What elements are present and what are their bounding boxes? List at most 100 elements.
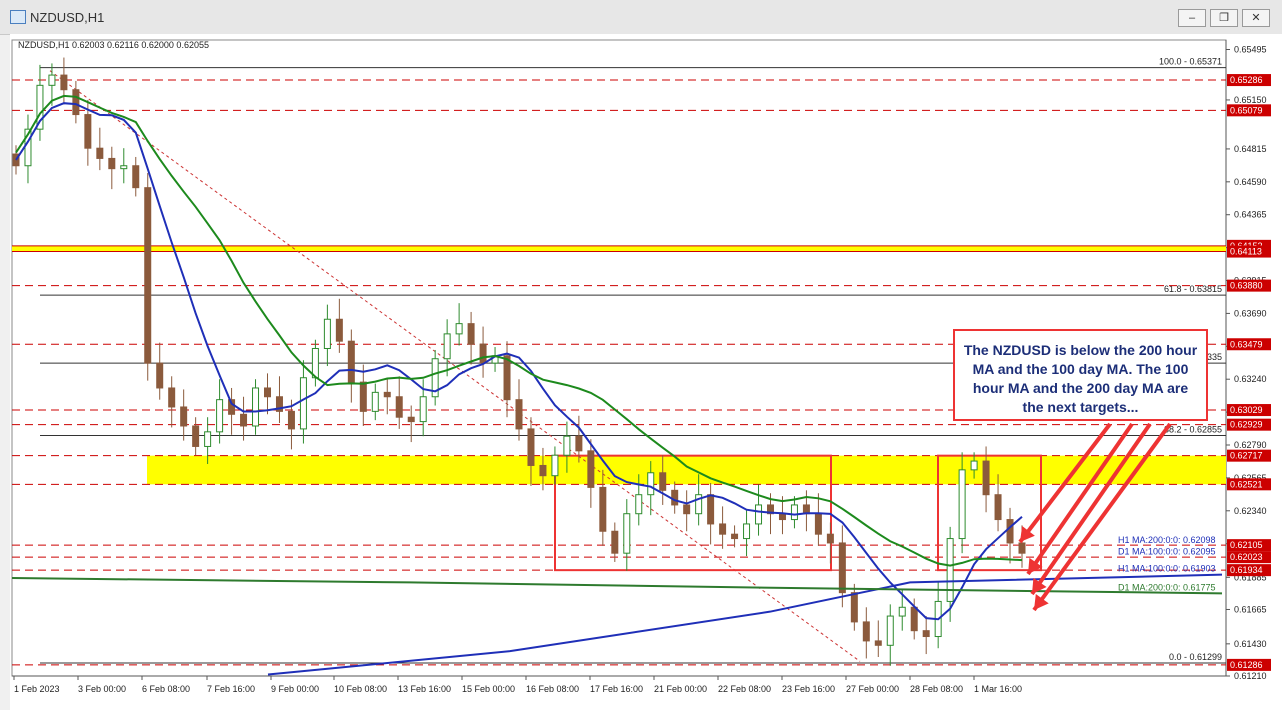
candle-body [743,523,751,540]
x-tick-label: 9 Feb 00:00 [271,684,319,694]
candle-body [838,542,846,594]
price-tag-label: 0.62929 [1230,420,1263,430]
window-titlebar: NZDUSD,H1 ‒ ❐ ✕ [0,0,1282,35]
candle-body [946,538,954,602]
ma-label: D1 MA:200:0:0: 0.61775 [1118,582,1216,592]
fib-level-label: 0.0 - 0.61299 [1169,652,1222,662]
x-tick-label: 21 Feb 00:00 [654,684,707,694]
price-tag-label: 0.65079 [1230,105,1263,115]
candle-body [659,472,667,491]
candle-body [778,513,786,521]
x-tick-label: 23 Feb 16:00 [782,684,835,694]
y-tick-label: 0.61430 [1234,639,1267,649]
y-tick-label: 0.65150 [1234,95,1267,105]
price-tag-label: 0.61286 [1230,660,1263,670]
candle-body [455,323,463,335]
candle-body [168,387,176,408]
chart-info-label: NZDUSD,H1 0.62003 0.62116 0.62000 0.6205… [18,40,209,50]
candle-body [826,533,834,544]
y-tick-label: 0.63690 [1234,308,1267,318]
candle-body [299,377,307,430]
x-tick-label: 15 Feb 00:00 [462,684,515,694]
candle-body [587,450,595,488]
candle-body [910,606,918,632]
fib-level-label: 335 [1207,352,1222,362]
candle-body [755,504,763,525]
x-tick-label: 17 Feb 16:00 [590,684,643,694]
candle-body [551,454,559,477]
candle-body [563,435,571,456]
candle-body [96,147,104,159]
candle-body [982,460,990,496]
candle-body [850,592,858,623]
candle-body [922,630,930,638]
price-tag-label: 0.61934 [1230,565,1263,575]
candle-body [994,494,1002,521]
fib-level-label: 100.0 - 0.65371 [1159,57,1222,67]
candle-body [599,486,607,532]
price-tag-label: 0.62521 [1230,479,1263,489]
analysis-callout: The NZDUSD is below the 200 hour MA and … [953,329,1208,421]
candle-body [120,165,128,170]
candle-body [647,472,655,496]
candle-body [790,504,798,521]
candle-body [60,74,68,91]
y-tick-label: 0.62790 [1234,440,1267,450]
price-tag-label: 0.65286 [1230,75,1263,85]
y-tick-label: 0.65495 [1234,45,1267,55]
candle-body [1006,519,1014,544]
candle-body [192,425,200,447]
minimize-button[interactable]: ‒ [1178,9,1206,27]
restore-button[interactable]: ❐ [1210,9,1238,27]
candle-body [180,406,188,427]
candle-body [719,523,727,535]
candle-body [252,387,260,427]
x-tick-label: 7 Feb 16:00 [207,684,255,694]
candle-body [311,347,319,379]
candle-body [72,89,80,116]
x-tick-label: 16 Feb 08:00 [526,684,579,694]
candle-body [479,343,487,364]
fib-level-label: 38.2 - 0.62855 [1164,424,1222,434]
x-tick-label: 10 Feb 08:00 [334,684,387,694]
candle-body [527,428,535,466]
y-tick-label: 0.64815 [1234,144,1267,154]
candle-body [814,513,822,535]
price-tag-label: 0.62717 [1230,451,1263,461]
window-title: NZDUSD,H1 [30,10,105,25]
ma-label: D1 MA:100:0:0: 0.62095 [1118,547,1216,557]
candle-body [335,318,343,342]
candle-body [539,464,547,477]
x-tick-label: 22 Feb 08:00 [718,684,771,694]
y-tick-label: 0.61210 [1234,671,1267,681]
candle-body [108,157,116,170]
candle-body [958,469,966,540]
ma-label: H1 MA:100:0:0: 0.61903 [1118,564,1216,574]
candle-body [575,435,583,452]
support-zone-highlight [147,455,1226,485]
candle-body [204,431,212,447]
chart-window-icon [10,10,26,24]
candle-body [240,413,248,427]
y-tick-label: 0.64365 [1234,210,1267,220]
candle-body [347,340,355,383]
x-tick-label: 27 Feb 00:00 [846,684,899,694]
candle-body [1018,542,1026,554]
x-tick-label: 6 Feb 08:00 [142,684,190,694]
x-tick-label: 3 Feb 00:00 [78,684,126,694]
candle-body [671,489,679,506]
y-tick-label: 0.63240 [1234,374,1267,384]
x-tick-label: 1 Mar 16:00 [974,684,1022,694]
x-tick-label: 13 Feb 16:00 [398,684,451,694]
candle-body [898,606,906,617]
close-button[interactable]: ✕ [1242,9,1270,27]
ma-label: H1 MA:200:0:0: 0.62098 [1118,535,1216,545]
candle-body [359,381,367,412]
candle-body [503,355,511,401]
y-tick-label: 0.64590 [1234,177,1267,187]
candle-body [886,615,894,646]
candle-body [970,460,978,471]
price-tag-label: 0.62023 [1230,552,1263,562]
candle-body [443,333,451,360]
candle-body [407,416,415,423]
